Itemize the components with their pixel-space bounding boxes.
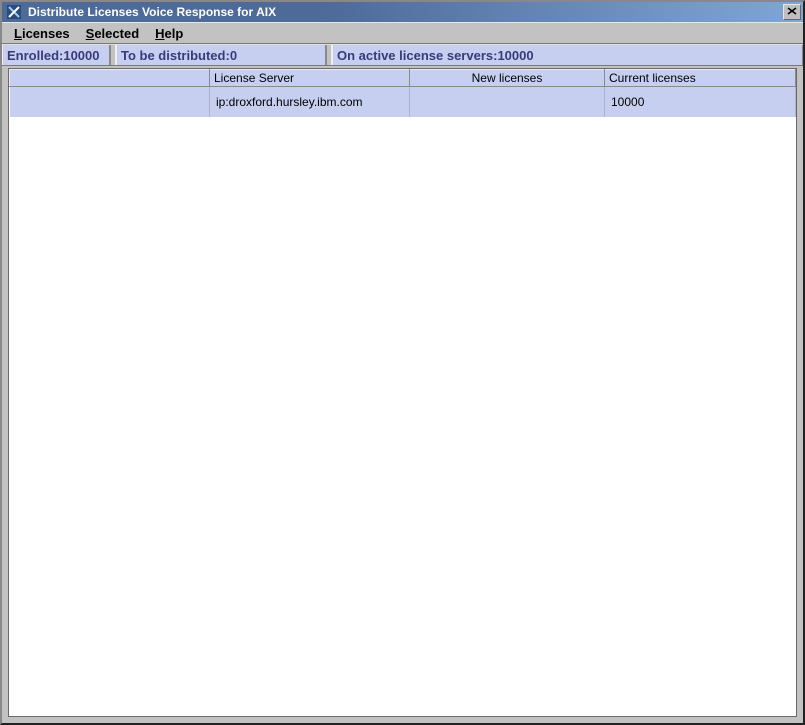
col-header-lead[interactable]: [10, 70, 210, 87]
status-strip: Enrolled: 10000 To be distributed: 0 On …: [2, 44, 803, 66]
cell-lead: [10, 87, 210, 117]
status-active: On active license servers:10000: [332, 45, 803, 65]
cell-server: ip:droxford.hursley.ibm.com: [210, 87, 410, 117]
col-header-server[interactable]: License Server: [210, 70, 410, 87]
close-icon: [787, 6, 797, 18]
titlebar[interactable]: Distribute Licenses Voice Response for A…: [2, 2, 803, 22]
status-tobe-label: To be distributed:: [121, 48, 230, 63]
menu-licenses-rest: icenses: [22, 26, 70, 41]
status-enrolled: Enrolled: 10000: [2, 45, 110, 65]
menu-selected-rest: elected: [94, 26, 139, 41]
table-empty-space: [9, 117, 796, 717]
menu-help[interactable]: Help: [149, 24, 193, 43]
license-table-wrap: License Server New licenses Current lice…: [8, 68, 797, 717]
license-table: License Server New licenses Current lice…: [9, 69, 796, 117]
cell-newlicenses: [410, 87, 605, 117]
table-row[interactable]: ip:droxford.hursley.ibm.com 10000: [10, 87, 796, 117]
menu-selected[interactable]: Selected: [80, 24, 149, 43]
content-area: License Server New licenses Current lice…: [2, 66, 803, 723]
cell-currentlicenses: 10000: [605, 87, 796, 117]
close-button[interactable]: [783, 4, 801, 20]
status-active-value: 10000: [497, 48, 533, 63]
status-enrolled-label: Enrolled:: [7, 48, 63, 63]
menu-licenses[interactable]: Licenses: [8, 24, 80, 43]
window-title: Distribute Licenses Voice Response for A…: [26, 5, 783, 19]
table-header-row: License Server New licenses Current lice…: [10, 70, 796, 87]
app-x-icon: [6, 4, 22, 20]
status-tobe-value: 0: [230, 48, 237, 63]
status-active-label: On active license servers:: [337, 48, 497, 63]
menu-help-rest: elp: [165, 26, 184, 41]
menubar: Licenses Selected Help: [2, 22, 803, 44]
col-header-currentlicenses[interactable]: Current licenses: [605, 70, 796, 87]
col-header-newlicenses[interactable]: New licenses: [410, 70, 605, 87]
status-enrolled-value: 10000: [63, 48, 99, 63]
app-window: Distribute Licenses Voice Response for A…: [0, 0, 805, 725]
status-tobe: To be distributed: 0: [116, 45, 326, 65]
